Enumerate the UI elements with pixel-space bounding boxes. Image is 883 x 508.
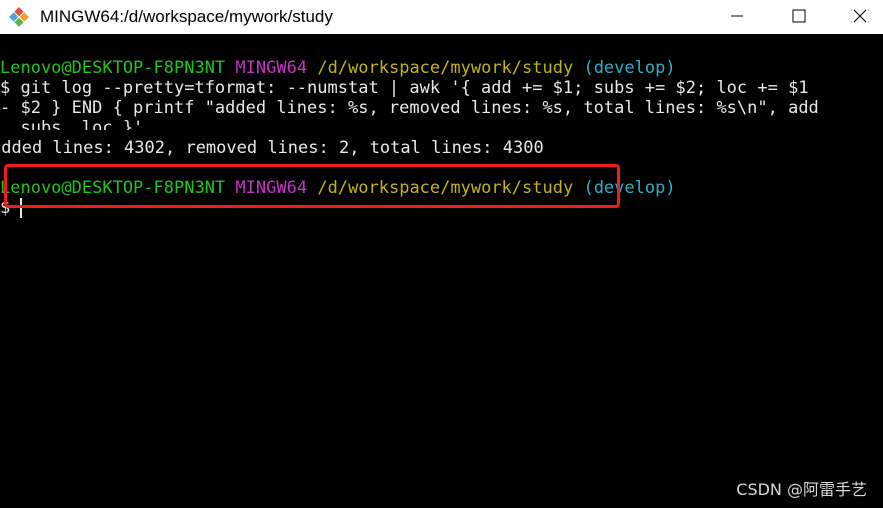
output-line: added lines: 4302, removed lines: 2, tot… [0,138,544,158]
git-icon [9,7,29,27]
minimize-button[interactable] [714,0,760,32]
prompt-shell: MINGW64 [235,58,308,78]
command-line-3: , subs, loc }' [0,118,143,130]
minimize-icon [731,15,743,17]
command-line-3-text: , subs, loc }' [0,118,144,130]
terminal-content[interactable]: Lenovo@DESKTOP-F8PN3NT MINGW64 /d/worksp… [0,38,883,508]
maximize-button[interactable] [776,0,822,32]
window-title: MINGW64:/d/workspace/mywork/study [40,7,333,26]
command-line-2: - $2 } END { printf "added lines: %s, re… [0,98,819,118]
title-bar[interactable]: MINGW64:/d/workspace/mywork/study [0,0,883,34]
prompt-line: Lenovo@DESKTOP-F8PN3NT MINGW64 /d/worksp… [0,58,676,78]
terminal-window: MINGW64:/d/workspace/mywork/study Lenovo… [0,0,883,508]
watermark: CSDN @阿雷手艺 [736,480,867,499]
output-highlight-box [4,164,620,208]
maximize-icon [792,9,806,23]
command-line-1: $ git log --pretty=tformat: --numstat | … [0,78,809,98]
prompt-user-host: Lenovo@DESKTOP-F8PN3NT [0,58,226,78]
close-button[interactable] [837,0,883,32]
prompt-path: /d/workspace/mywork/study [317,58,574,78]
prompt-branch: (develop) [583,58,676,78]
close-icon [853,9,867,23]
